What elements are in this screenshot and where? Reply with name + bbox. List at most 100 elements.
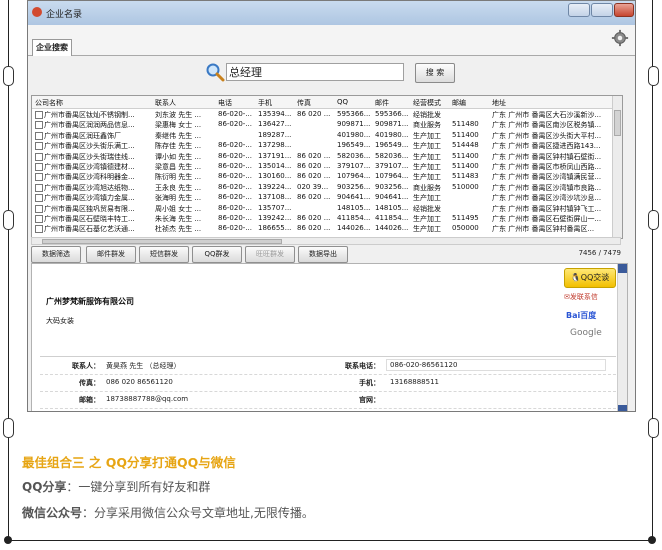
table-cell: 130160... bbox=[258, 172, 292, 181]
table-cell: 137108... bbox=[258, 193, 292, 202]
table-row[interactable]: 广州市番禺区独巩贸易有限... 周小姐 女士 ... 86-020-... 13570… bbox=[32, 203, 622, 213]
table-row[interactable]: 广州市番禺区沙头街乐满工... 陈存佳 先生 ... 86-020-... 13729… bbox=[32, 140, 622, 151]
table-cell: 511495 bbox=[452, 214, 479, 222]
table-cell: 广州市番禺区石基亿艺沃通... bbox=[44, 225, 135, 234]
row-checkbox[interactable] bbox=[35, 183, 43, 192]
table-row[interactable]: 广州市番禺区钛灿不锈钢制... 刘东波 先生 ... 86-020-... 13539… bbox=[32, 109, 622, 119]
table-cell: 511400 bbox=[452, 130, 479, 139]
column-header[interactable]: 传真 bbox=[297, 98, 311, 108]
column-header[interactable]: 邮编 bbox=[452, 98, 466, 108]
tab-company-search[interactable]: 企业搜索 bbox=[32, 39, 72, 56]
app-icon bbox=[32, 7, 42, 17]
column-header[interactable]: 经营模式 bbox=[413, 98, 441, 108]
table-cell: 86 020 ... bbox=[297, 193, 331, 202]
row-checkbox[interactable] bbox=[35, 111, 43, 119]
maximize-button[interactable] bbox=[591, 3, 613, 17]
title-bar: 企业名录 bbox=[28, 1, 635, 25]
google-search-button[interactable]: Google bbox=[570, 328, 602, 338]
column-header[interactable]: 联系人 bbox=[155, 98, 176, 108]
table-cell: 903256... bbox=[337, 182, 371, 191]
row-checkbox[interactable] bbox=[35, 121, 43, 130]
scroll-thumb[interactable] bbox=[614, 110, 621, 136]
row-checkbox[interactable] bbox=[35, 204, 43, 213]
binder-ring bbox=[3, 66, 14, 86]
table-header: 公司名称 联系人 电话 手机 传真 QQ 邮件 经营模式 邮编 地址 bbox=[32, 96, 622, 109]
promo-heading: 最佳组合三 之 QQ分享打通QQ与微信 bbox=[22, 455, 236, 470]
table-row[interactable]: 广州市番禺区润珏鑫饰厂 秦继伟 先生 ... 189287... 401980... 4… bbox=[32, 130, 622, 140]
wangwang-mass-send-button[interactable]: 旺旺群发 bbox=[245, 246, 295, 263]
table-cell: 904641... bbox=[337, 193, 371, 202]
table-cell: 904641... bbox=[375, 193, 409, 202]
email-label: 邮箱： bbox=[79, 396, 100, 404]
app-window: 企业名录 企业搜索 搜 索 公司名称 联系人 电话 手机 传真 QQ bbox=[27, 0, 636, 412]
table-cell: 511400 bbox=[452, 151, 479, 160]
company-name: 广州梦梵新服饰有限公司 bbox=[46, 297, 134, 306]
table-cell: 86-020-... bbox=[218, 182, 252, 191]
table-row[interactable]: 广州市番禺区润润两品信息... 梁惠梅 女士 ... 86-020-... 13642… bbox=[32, 119, 622, 130]
send-message-link[interactable]: ✉发联系信 bbox=[564, 292, 598, 302]
row-checkbox[interactable] bbox=[35, 131, 43, 140]
binder-ring bbox=[648, 418, 659, 438]
table-cell: 595366... bbox=[375, 110, 409, 118]
table-cell: 137191... bbox=[258, 151, 292, 160]
row-checkbox[interactable] bbox=[35, 152, 43, 161]
row-checkbox[interactable] bbox=[35, 173, 43, 182]
table-cell: 86-020-... bbox=[218, 172, 252, 181]
table-cell: 86 020 ... bbox=[297, 224, 331, 233]
search-button[interactable]: 搜 索 bbox=[415, 63, 455, 83]
table-row[interactable]: 广州市番禺区石壁晓丰特工... 朱长海 先生 ... 86-020-... 13924… bbox=[32, 213, 622, 223]
detail-scrollbar[interactable] bbox=[617, 264, 627, 411]
qq-chat-button[interactable]: 🐧QQ交谈 bbox=[564, 268, 616, 288]
table-cell: 379107... bbox=[337, 162, 371, 170]
table-cell: 196549... bbox=[375, 141, 409, 150]
row-checkbox[interactable] bbox=[35, 163, 43, 171]
baidu-search-button[interactable]: Bai百度 bbox=[566, 310, 596, 321]
row-checkbox[interactable] bbox=[35, 194, 43, 203]
page-frame-bottom bbox=[8, 540, 653, 541]
table-row[interactable]: 广州市番禺区石基亿艺沃通... 杜祯杰 先生 ... 86-020-... 18665… bbox=[32, 223, 622, 234]
sms-mass-send-button[interactable]: 短信群发 bbox=[139, 246, 189, 263]
table-row[interactable]: 广州市番禺区沙头街瑞佳线... 谭小如 先生 ... 86-020-... 13719… bbox=[32, 151, 622, 161]
fax-label: 传真： bbox=[79, 379, 100, 387]
scroll-up-arrow[interactable] bbox=[618, 264, 627, 273]
filter-data-button[interactable]: 数据筛选 bbox=[31, 246, 81, 263]
scroll-thumb[interactable] bbox=[42, 239, 282, 244]
column-header[interactable]: 地址 bbox=[492, 98, 506, 108]
email-mass-send-button[interactable]: 邮件群发 bbox=[86, 246, 136, 263]
table-horizontal-scrollbar[interactable] bbox=[31, 237, 621, 245]
qq-mass-send-button[interactable]: QQ群发 bbox=[192, 246, 242, 263]
table-cell: 511400 bbox=[452, 162, 479, 170]
close-button[interactable] bbox=[614, 3, 634, 17]
table-cell: 582036... bbox=[337, 151, 371, 160]
search-input[interactable] bbox=[226, 63, 404, 81]
table-cell: 401980... bbox=[337, 130, 371, 139]
table-row[interactable]: 广州市番禺区沙湾镇德建材... 梁意昌 先生 ... 86-020-... 13501… bbox=[32, 161, 622, 171]
binder-ring bbox=[648, 210, 659, 230]
table-row[interactable]: 广州市番禺区沙湾科明器金... 陈衍明 先生 ... 86-020-... 13016… bbox=[32, 171, 622, 182]
row-checkbox[interactable] bbox=[35, 215, 43, 223]
column-header[interactable]: 邮件 bbox=[375, 98, 389, 108]
scroll-down-arrow[interactable] bbox=[618, 405, 627, 411]
table-vertical-scrollbar[interactable] bbox=[612, 96, 622, 238]
table-row[interactable]: 广州市番禺区沙湾旭达纸物... 王永良 先生 ... 86-020-... 13922… bbox=[32, 182, 622, 192]
table-row[interactable]: 广州市番禺区沙湾镇力金属... 张海明 先生 ... 86-020-... 13710… bbox=[32, 192, 622, 203]
export-data-button[interactable]: 数据导出 bbox=[298, 246, 348, 263]
table-cell: 86-020-... bbox=[218, 141, 252, 150]
row-checkbox[interactable] bbox=[35, 142, 43, 151]
table-cell: 86-020-... bbox=[218, 110, 252, 118]
column-header[interactable]: QQ bbox=[337, 98, 348, 106]
gear-icon[interactable] bbox=[611, 29, 629, 47]
row-checkbox[interactable] bbox=[35, 225, 43, 234]
minimize-button[interactable] bbox=[568, 3, 590, 17]
column-header[interactable]: 手机 bbox=[258, 98, 272, 108]
window-title: 企业名录 bbox=[46, 10, 83, 20]
table-cell: 86 020 ... bbox=[297, 214, 331, 222]
table-cell: 514448 bbox=[452, 141, 479, 150]
column-header[interactable]: 公司名称 bbox=[35, 98, 63, 108]
table-cell: 86-020-... bbox=[218, 151, 252, 160]
website-label: 官网： bbox=[359, 396, 380, 404]
table-cell: 86-020-... bbox=[218, 162, 252, 170]
column-header[interactable]: 电话 bbox=[218, 98, 232, 108]
binder-ring bbox=[648, 66, 659, 86]
fax-value: 086 020 86561120 bbox=[106, 378, 173, 386]
